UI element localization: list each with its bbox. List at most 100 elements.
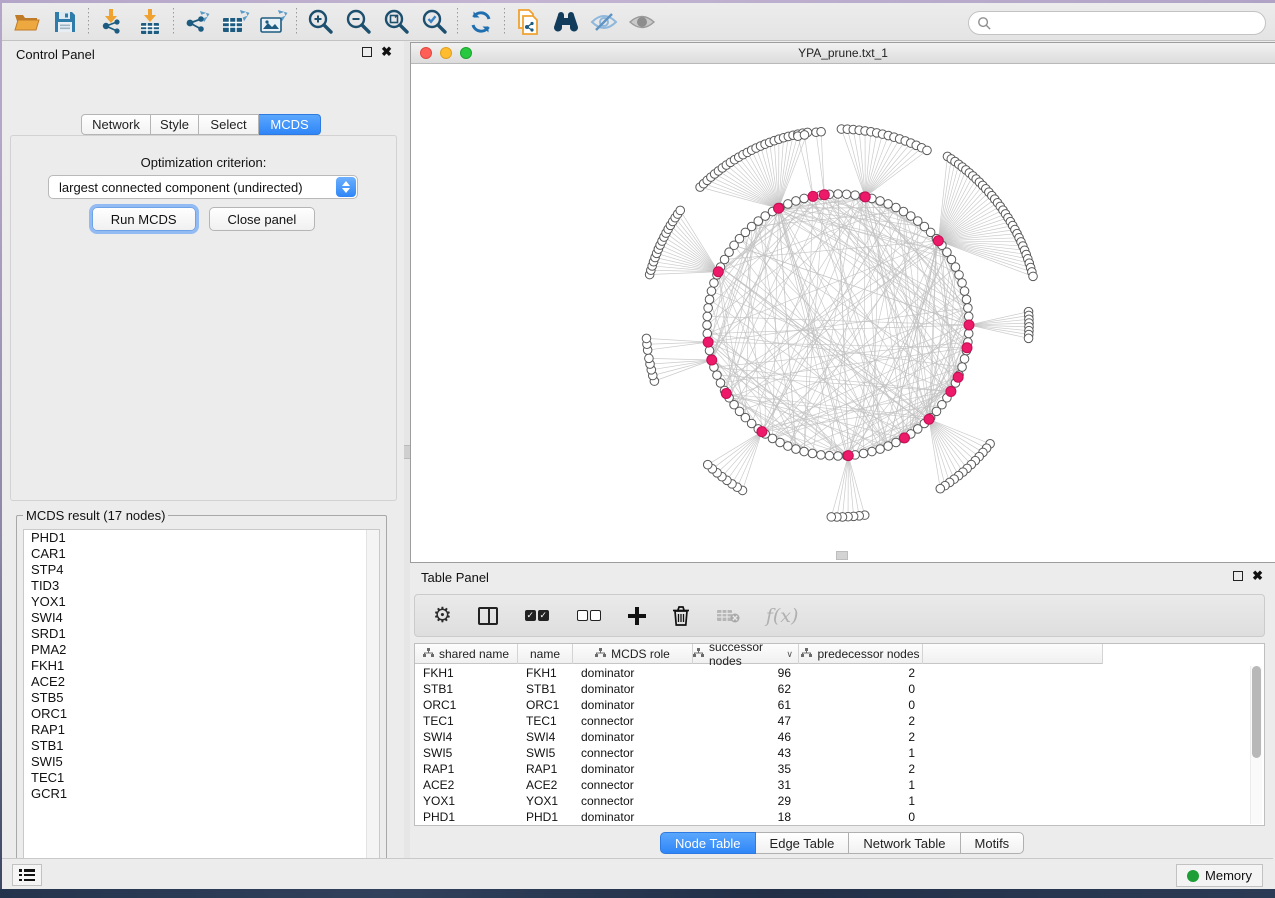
network-node[interactable]: [1024, 334, 1033, 343]
mcds-result-item[interactable]: TEC1: [24, 770, 379, 786]
search-box[interactable]: [968, 11, 1266, 35]
mcds-result-item[interactable]: SWI4: [24, 610, 379, 626]
network-node[interactable]: [710, 279, 719, 288]
close-table-panel-icon[interactable]: ✖: [1252, 571, 1263, 581]
tab-network[interactable]: Network: [81, 114, 151, 135]
table-row-FKH1[interactable]: FKH1FKH1dominator962: [415, 665, 1264, 681]
zoom-selected-icon[interactable]: [415, 6, 453, 38]
close-panel-icon[interactable]: ✖: [381, 47, 392, 57]
dominator-node[interactable]: [721, 388, 731, 398]
table-row-RAP1[interactable]: RAP1RAP1dominator352: [415, 761, 1264, 777]
mcds-result-item[interactable]: STB1: [24, 738, 379, 754]
delete-column-icon[interactable]: [672, 605, 690, 626]
dominator-node[interactable]: [860, 192, 870, 202]
cell-MCDS-role[interactable]: dominator: [573, 729, 693, 745]
tab-node-table[interactable]: Node Table: [660, 832, 756, 854]
task-history-button[interactable]: [12, 864, 42, 886]
zoom-fit-icon[interactable]: [377, 6, 415, 38]
network-node[interactable]: [703, 312, 712, 321]
find-icon[interactable]: [547, 6, 585, 38]
network-node[interactable]: [892, 438, 901, 447]
network-node[interactable]: [676, 206, 685, 215]
network-node[interactable]: [958, 363, 967, 372]
tab-motifs[interactable]: Motifs: [961, 832, 1025, 854]
export-table-icon[interactable]: [216, 6, 254, 38]
network-node[interactable]: [962, 295, 971, 304]
import-table-icon[interactable]: [131, 6, 169, 38]
column-header-MCDS-role[interactable]: MCDS role: [573, 644, 693, 664]
dominator-node[interactable]: [819, 190, 829, 200]
cell-shared-name[interactable]: RAP1: [415, 761, 518, 777]
network-node[interactable]: [964, 304, 973, 313]
column-header-successor-nodes[interactable]: successor nodes∨: [693, 644, 799, 664]
dominator-node[interactable]: [946, 386, 956, 396]
clone-network-icon[interactable]: [509, 6, 547, 38]
cell-successor-nodes[interactable]: 43: [693, 745, 799, 761]
cell-predecessor-nodes[interactable]: 0: [799, 697, 923, 713]
cell-MCDS-role[interactable]: dominator: [573, 665, 693, 681]
table-row-SWI4[interactable]: SWI4SWI4dominator462: [415, 729, 1264, 745]
network-node[interactable]: [827, 513, 836, 522]
open-file-icon[interactable]: [8, 6, 46, 38]
dominator-node[interactable]: [843, 451, 853, 461]
cell-predecessor-nodes[interactable]: 2: [799, 713, 923, 729]
table-scrollbar-thumb[interactable]: [1252, 666, 1261, 758]
dominator-node[interactable]: [757, 427, 767, 437]
network-node[interactable]: [703, 329, 712, 338]
tab-edge-table[interactable]: Edge Table: [756, 832, 850, 854]
cell-predecessor-nodes[interactable]: 2: [799, 665, 923, 681]
cell-shared-name[interactable]: PHD1: [415, 809, 518, 825]
network-node[interactable]: [960, 355, 969, 364]
cell-successor-nodes[interactable]: 31: [693, 777, 799, 793]
split-columns-icon[interactable]: [478, 607, 498, 625]
zoom-out-icon[interactable]: [339, 6, 377, 38]
mcds-result-item[interactable]: ACE2: [24, 674, 379, 690]
column-header-predecessor-nodes[interactable]: predecessor nodes: [799, 644, 923, 664]
network-node[interactable]: [923, 146, 932, 155]
cell-predecessor-nodes[interactable]: 0: [799, 681, 923, 697]
network-node[interactable]: [784, 442, 793, 451]
mcds-result-item[interactable]: SWI5: [24, 754, 379, 770]
dominator-node[interactable]: [808, 191, 818, 201]
cell-name[interactable]: ACE2: [518, 777, 573, 793]
network-node[interactable]: [884, 442, 893, 451]
cell-shared-name[interactable]: SWI5: [415, 745, 518, 761]
network-node[interactable]: [704, 304, 713, 313]
hide-unselected-icon[interactable]: [585, 6, 623, 38]
select-all-rows-icon[interactable]: ✓✓: [524, 610, 550, 621]
mcds-result-item[interactable]: RAP1: [24, 722, 379, 738]
cell-shared-name[interactable]: FKH1: [415, 665, 518, 681]
cell-name[interactable]: YOX1: [518, 793, 573, 809]
tab-select[interactable]: Select: [199, 114, 259, 135]
export-network-icon[interactable]: [178, 6, 216, 38]
mcds-result-item[interactable]: PMA2: [24, 642, 379, 658]
network-node[interactable]: [716, 379, 725, 388]
export-image-icon[interactable]: [254, 6, 292, 38]
cell-name[interactable]: STB1: [518, 681, 573, 697]
network-node[interactable]: [642, 334, 651, 343]
dominator-node[interactable]: [899, 433, 909, 443]
cell-shared-name[interactable]: STB1: [415, 681, 518, 697]
network-node[interactable]: [713, 371, 722, 380]
column-header-shared-name[interactable]: shared name: [415, 644, 518, 664]
deselect-all-rows-icon[interactable]: ✓✓: [576, 610, 602, 621]
mcds-result-item[interactable]: TID3: [24, 578, 379, 594]
network-node[interactable]: [851, 191, 860, 200]
dominator-node[interactable]: [964, 320, 974, 330]
cell-MCDS-role[interactable]: dominator: [573, 681, 693, 697]
mcds-result-item[interactable]: SRD1: [24, 626, 379, 642]
dominator-node[interactable]: [703, 337, 713, 347]
table-row-ACE2[interactable]: ACE2ACE2connector311: [415, 777, 1264, 793]
mcds-result-item[interactable]: STP4: [24, 562, 379, 578]
network-node[interactable]: [876, 197, 885, 206]
save-session-icon[interactable]: [46, 6, 84, 38]
network-node[interactable]: [705, 346, 714, 355]
mcds-result-item[interactable]: GCR1: [24, 786, 379, 802]
cell-MCDS-role[interactable]: dominator: [573, 697, 693, 713]
add-column-icon[interactable]: [628, 607, 646, 625]
mcds-result-item[interactable]: STB5: [24, 690, 379, 706]
cell-MCDS-role[interactable]: connector: [573, 777, 693, 793]
mcds-result-list[interactable]: PHD1CAR1STP4TID3YOX1SWI4SRD1PMA2FKH1ACE2…: [23, 529, 380, 881]
mcds-result-item[interactable]: YOX1: [24, 594, 379, 610]
network-node[interactable]: [951, 263, 960, 272]
